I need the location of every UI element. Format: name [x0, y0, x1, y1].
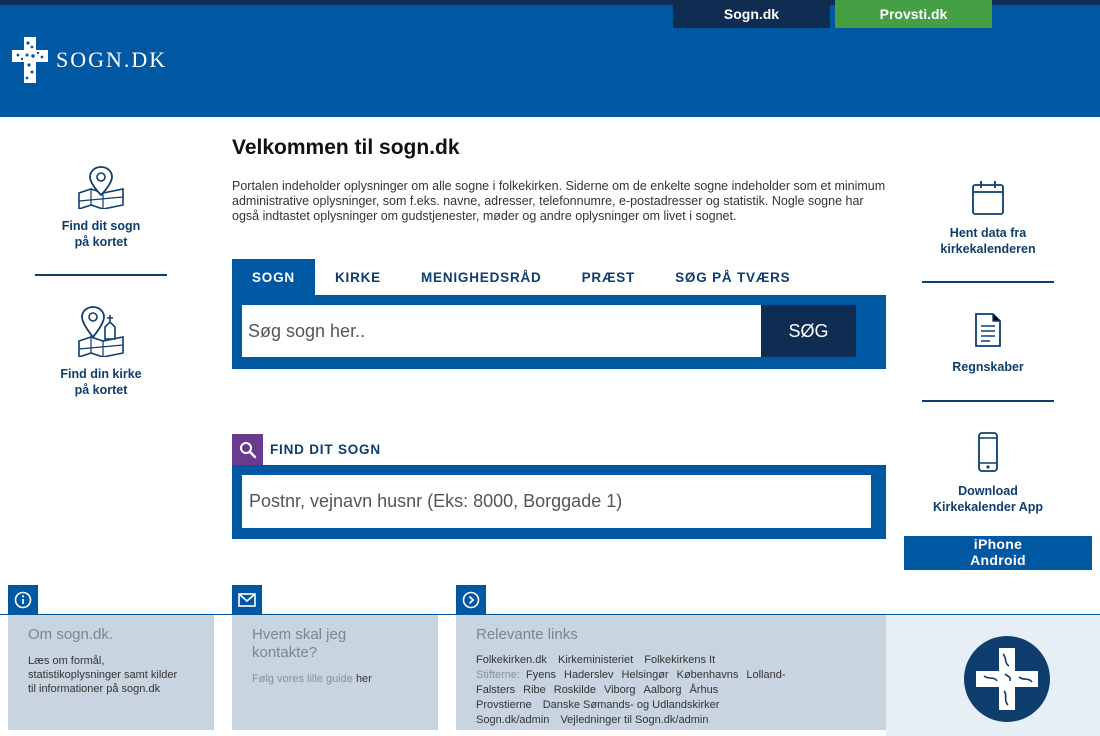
link-soemandskirker[interactable]: Danske Sømands- og Udlandskirker — [543, 699, 720, 711]
find-sogn-label-1: Find dit sogn — [61, 219, 141, 233]
links-row-1: Folkekirken.dk Kirkeministeriet Folkekir… — [476, 653, 856, 668]
address-input[interactable] — [242, 475, 871, 528]
tab-praest[interactable]: PRÆST — [562, 259, 656, 295]
download-app-link[interactable]: Download Kirkekalender App — [922, 432, 1054, 515]
find-sogn-label-2: på kortet — [74, 235, 128, 249]
link-viborg[interactable]: Viborg — [604, 684, 636, 696]
find-sogn-header: FIND DIT SOGN — [232, 434, 381, 465]
right-divider-1 — [922, 281, 1054, 283]
tab-sogn[interactable]: SOGN — [232, 259, 315, 295]
link-koebenhavns[interactable]: Københavns — [677, 669, 739, 681]
intro-text: Portalen indeholder oplysninger om alle … — [232, 179, 886, 223]
stifterne-label: Stifterne: — [476, 669, 521, 681]
link-fyens[interactable]: Fyens — [526, 669, 556, 681]
contact-text: Følg vores lille guide her — [252, 672, 432, 686]
contact-title: Hvem skal jeg kontakte? — [252, 626, 347, 661]
page-title: Velkommen til sogn.dk — [232, 136, 460, 159]
about-title: Om sogn.dk. — [28, 626, 114, 643]
find-kirke-label-1: Find din kirke — [60, 367, 142, 381]
kirkekalender-label-1: Hent data fra — [949, 226, 1027, 240]
search-button[interactable]: SØG — [761, 305, 856, 357]
link-helsingoer[interactable]: Helsingør — [622, 669, 669, 681]
tab-sogn-dk[interactable]: Sogn.dk — [673, 0, 830, 28]
find-sogn-panel — [232, 465, 886, 539]
search-tabs: SOGN KIRKE MENIGHEDSRÅD PRÆST SØG PÅ TVÆ… — [232, 259, 886, 295]
arrow-circle-icon — [456, 585, 486, 615]
link-aarhus[interactable]: Århus — [689, 684, 718, 696]
link-ribe[interactable]: Ribe — [523, 684, 546, 696]
link-admin[interactable]: Sogn.dk/admin — [476, 714, 549, 726]
link-aalborg[interactable]: Aalborg — [644, 684, 682, 696]
logo-text: SOGN.DK — [56, 47, 168, 72]
link-haderslev[interactable]: Haderslev — [564, 669, 614, 681]
right-divider-2 — [922, 400, 1054, 402]
search-panel: SØG — [232, 295, 886, 369]
map-pin-icon — [78, 166, 124, 211]
app-links: iPhone Android — [904, 536, 1092, 570]
find-kirke-map-link[interactable]: Find din kirke på kortet — [35, 305, 167, 398]
link-roskilde[interactable]: Roskilde — [554, 684, 596, 696]
phone-icon — [978, 432, 998, 472]
contact-guide-link[interactable]: her — [356, 673, 372, 685]
page: SOGN.DK Sogn.dk Provsti.dk Find dit sogn… — [0, 0, 1100, 736]
regnskaber-label: Regnskaber — [952, 360, 1024, 374]
calendar-icon — [972, 181, 1004, 215]
link-provstierne[interactable]: Provstierne — [476, 699, 532, 711]
mail-icon — [232, 585, 262, 615]
kirkekalender-data-link[interactable]: Hent data fra kirkekalenderen — [922, 180, 1054, 257]
info-icon — [8, 585, 38, 615]
link-kirkeministeriet[interactable]: Kirkeministeriet — [558, 654, 633, 666]
cross-emblem-icon — [964, 636, 1050, 722]
android-link[interactable]: Android — [904, 552, 1092, 568]
links-row-4: Sogn.dk/admin Vejledninger til Sogn.dk/a… — [476, 713, 856, 728]
regnskaber-link[interactable]: Regnskaber — [922, 312, 1054, 375]
links-row-3: Provstierne Danske Sømands- og Udlandski… — [476, 698, 856, 713]
left-divider — [35, 274, 167, 276]
links-row-stifter: Stifterne: Fyens Haderslev Helsingør Københa… — [476, 668, 856, 698]
links-list: Folkekirken.dk Kirkeministeriet Folkekir… — [476, 653, 856, 728]
tab-provsti-dk[interactable]: Provsti.dk — [835, 0, 992, 28]
link-folkekirken[interactable]: Folkekirken.dk — [476, 654, 547, 666]
link-folkekirkens-it[interactable]: Folkekirkens It — [644, 654, 715, 666]
download-label-1: Download — [958, 484, 1018, 498]
site-logo[interactable]: SOGN.DK — [10, 35, 167, 85]
footer-links: Relevante links Folkekirken.dk Kirkemini… — [456, 615, 886, 730]
footer-contact: Hvem skal jeg kontakte? Følg vores lille… — [232, 615, 438, 730]
map-church-icon — [78, 306, 124, 359]
search-icon — [232, 434, 263, 465]
cross-logo-icon — [12, 37, 48, 83]
tab-soeg-paa-tvaers[interactable]: SØG PÅ TVÆRS — [655, 259, 810, 295]
about-text[interactable]: Læs om formål, statistikoplysninger samt… — [28, 654, 178, 696]
search-input[interactable] — [242, 305, 761, 357]
tab-kirke[interactable]: KIRKE — [315, 259, 401, 295]
document-icon — [975, 313, 1001, 347]
footer-about: Om sogn.dk. Læs om formål, statistikoply… — [8, 615, 214, 730]
link-admin-guide[interactable]: Vejledninger til Sogn.dk/admin — [560, 714, 708, 726]
iphone-link[interactable]: iPhone — [904, 536, 1092, 552]
find-sogn-label: FIND DIT SOGN — [270, 442, 381, 457]
tab-menighedsraad[interactable]: MENIGHEDSRÅD — [401, 259, 562, 295]
find-sogn-map-link[interactable]: Find dit sogn på kortet — [35, 165, 167, 250]
contact-guide-text: Følg vores lille guide — [252, 673, 353, 685]
kirkekalender-label-2: kirkekalenderen — [940, 242, 1036, 256]
links-title: Relevante links — [476, 626, 578, 643]
find-kirke-label-2: på kortet — [74, 383, 128, 397]
download-label-2: Kirkekalender App — [933, 500, 1043, 514]
